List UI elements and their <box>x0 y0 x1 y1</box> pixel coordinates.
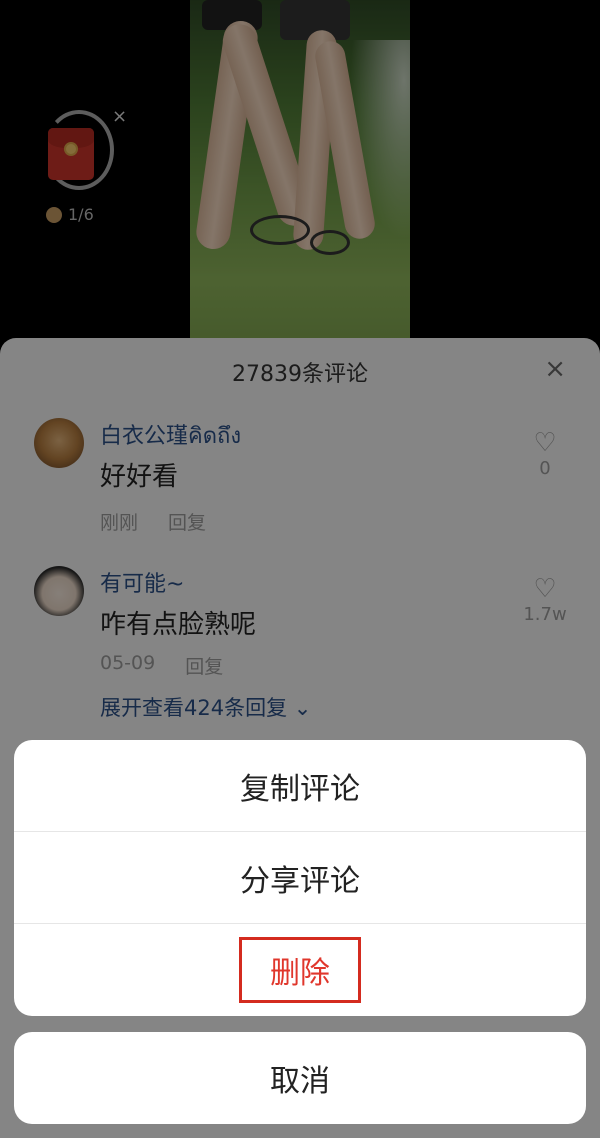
delete-comment-label: 删除 <box>239 937 361 1003</box>
comment-action-sheet: 复制评论 分享评论 删除 <box>14 740 586 1016</box>
delete-comment-button[interactable]: 删除 <box>14 924 586 1016</box>
cancel-button[interactable]: 取消 <box>14 1032 586 1124</box>
screen: × 1/6 27839条评论 × 白衣公瑾คิดถึง 好好看 刚刚 回复 ♡ … <box>0 0 600 1138</box>
copy-comment-button[interactable]: 复制评论 <box>14 740 586 832</box>
share-comment-button[interactable]: 分享评论 <box>14 832 586 924</box>
